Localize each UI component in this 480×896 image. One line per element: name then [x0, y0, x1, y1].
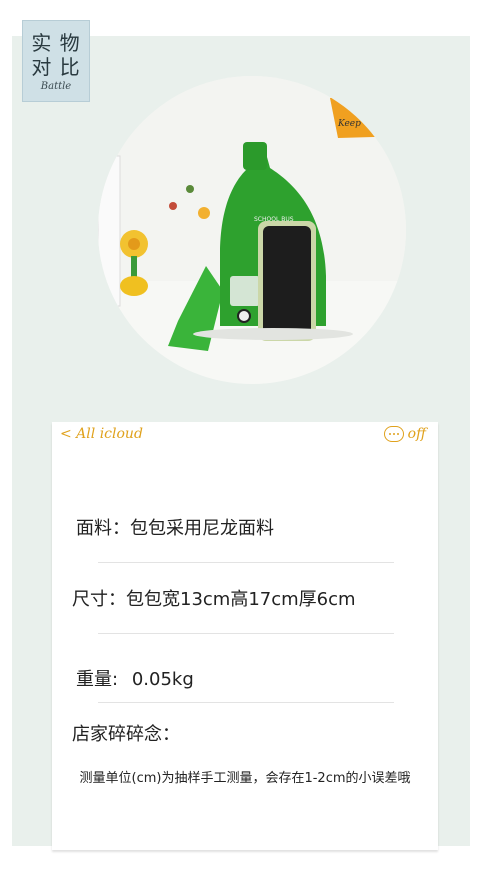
- store-note-text: 测量单位(cm)为抽样手工测量，会存在1-2cm的小误差哦: [79, 771, 411, 786]
- store-note-title-row: 店家碎碎念：: [72, 720, 458, 746]
- badge-line-1: 实 物: [31, 30, 81, 55]
- divider-2: [98, 633, 394, 634]
- phone-screen: [263, 226, 311, 336]
- weight-label: 重量:: [76, 669, 119, 690]
- off-toggle[interactable]: off: [383, 426, 426, 442]
- off-label: off: [407, 426, 426, 442]
- sign-text: Keep: [337, 119, 361, 129]
- divider-1: [98, 562, 394, 563]
- size-row: 尺寸：包包宽13cm高17cm厚6cm: [72, 585, 458, 611]
- more-options-icon[interactable]: [383, 426, 404, 442]
- store-note-title: 店家碎碎念：: [72, 724, 180, 745]
- fabric-row: 面料：包包采用尼龙面料: [76, 514, 462, 540]
- weight-value: 0.05kg: [131, 669, 194, 690]
- badge-subtitle: Battle: [40, 80, 72, 92]
- bag-with-phone-illustration: Keep SCHOOL BUS: [98, 76, 406, 384]
- notes-topbar: < All icloud off: [52, 422, 438, 452]
- badge-line-2: 对 比: [31, 54, 81, 79]
- product-photo: Keep SCHOOL BUS: [98, 76, 406, 384]
- weight-row: 重量: 0.05kg: [76, 665, 462, 691]
- size-label: 尺寸：包包宽13cm高17cm厚6cm: [72, 589, 356, 610]
- back-button[interactable]: < All icloud: [60, 426, 143, 442]
- comparison-badge: 实 物 对 比 Battle: [22, 20, 90, 102]
- notes-card: < All icloud off 面料：包包采用尼龙面料 尺寸：包包宽13cm高…: [52, 422, 438, 850]
- fabric-label: 面料：包包采用尼龙面料: [76, 518, 274, 539]
- divider-3: [98, 702, 394, 703]
